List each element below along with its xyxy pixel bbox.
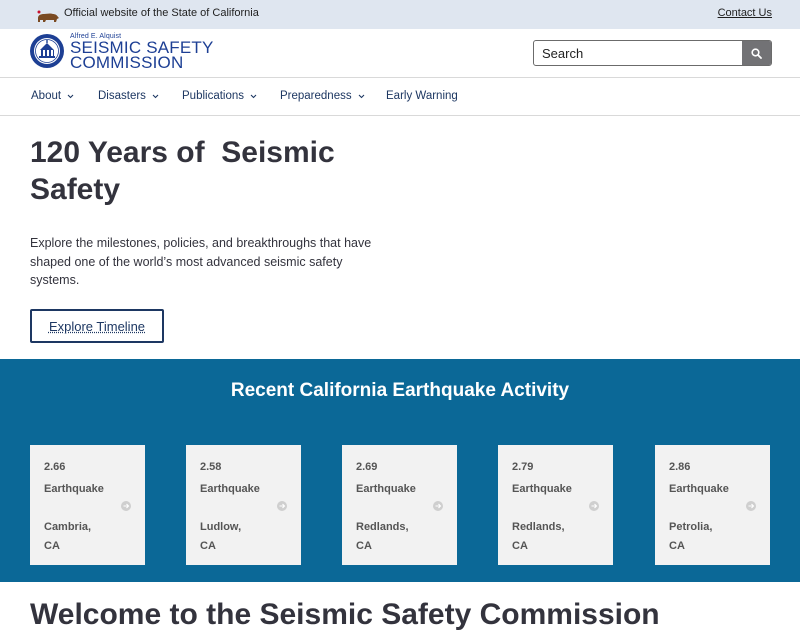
main-nav: About Disasters Publications Preparednes… bbox=[0, 77, 800, 116]
earthquake-location: Petrolia, CA bbox=[669, 521, 713, 552]
explore-timeline-label: Explore Timeline bbox=[48, 318, 146, 334]
search-box bbox=[533, 40, 772, 66]
official-website-text: Official website of the State of Califor… bbox=[64, 7, 259, 19]
circle-arrow-right-icon[interactable] bbox=[121, 501, 131, 511]
earthquake-magnitude: 2.58 bbox=[200, 461, 222, 473]
earthquake-magnitude: 2.79 bbox=[512, 461, 534, 473]
earthquake-location: Redlands, CA bbox=[512, 521, 565, 552]
earthquake-card[interactable]: 2.79 Earthquake Redlands, CA bbox=[498, 445, 613, 565]
circle-arrow-right-icon[interactable] bbox=[746, 501, 756, 511]
chevron-down-icon bbox=[67, 94, 74, 98]
earthquake-type: Earthquake bbox=[512, 483, 572, 495]
earthquake-type: Earthquake bbox=[44, 483, 104, 495]
site-header: Alfred E. Alquist SEISMIC SAFETY COMMISS… bbox=[0, 29, 800, 77]
earthquake-card[interactable]: 2.86 Earthquake Petrolia, CA bbox=[655, 445, 770, 565]
chevron-down-icon bbox=[250, 94, 257, 98]
earthquake-type: Earthquake bbox=[356, 483, 416, 495]
nav-item-preparedness[interactable]: Preparedness bbox=[280, 90, 365, 102]
hero-title: 120 Years of Seismic Safety bbox=[30, 136, 344, 206]
nav-item-early-warning[interactable]: Early Warning bbox=[386, 90, 458, 102]
search-input[interactable] bbox=[534, 41, 744, 65]
earthquake-section-title: Recent California Earthquake Activity bbox=[230, 380, 570, 401]
earthquake-magnitude: 2.69 bbox=[356, 461, 378, 473]
circle-arrow-right-icon[interactable] bbox=[589, 501, 599, 511]
nav-item-label: Disasters bbox=[98, 90, 146, 102]
nav-item-publications[interactable]: Publications bbox=[182, 90, 257, 102]
earthquake-card[interactable]: 2.66 Earthquake Cambria, CA bbox=[30, 445, 145, 565]
explore-timeline-button[interactable]: Explore Timeline bbox=[30, 309, 164, 343]
earthquake-type: Earthquake bbox=[669, 483, 729, 495]
utility-bar: Official website of the State of Califor… bbox=[0, 0, 800, 29]
earthquake-card[interactable]: 2.69 Earthquake Redlands, CA bbox=[342, 445, 457, 565]
nav-item-label: About bbox=[31, 90, 62, 102]
california-bear-icon bbox=[37, 10, 59, 22]
circle-arrow-right-icon[interactable] bbox=[433, 501, 443, 511]
nav-item-label: Early Warning bbox=[386, 90, 458, 102]
earthquake-location: Cambria, CA bbox=[44, 521, 92, 552]
search-icon bbox=[751, 47, 762, 59]
earthquake-location: Redlands, CA bbox=[356, 521, 409, 552]
site-logo[interactable]: Alfred E. Alquist SEISMIC SAFETY COMMISS… bbox=[70, 33, 214, 72]
nav-item-disasters[interactable]: Disasters bbox=[98, 90, 159, 102]
earthquake-type: Earthquake bbox=[200, 483, 260, 495]
earthquake-activity-section: Recent California Earthquake Activity 2.… bbox=[0, 359, 800, 582]
chevron-down-icon bbox=[358, 94, 364, 98]
logo-line-2: COMMISSION bbox=[70, 53, 184, 72]
nav-item-label: Publications bbox=[182, 90, 245, 102]
contact-us-link[interactable]: Contact Us bbox=[718, 7, 772, 19]
hero-description: Explore the milestones, policies, and br… bbox=[30, 236, 372, 287]
circle-arrow-right-icon[interactable] bbox=[277, 501, 287, 511]
nav-item-about[interactable]: About bbox=[31, 90, 74, 102]
nav-item-label: Preparedness bbox=[280, 90, 352, 102]
earthquake-magnitude: 2.66 bbox=[44, 461, 66, 473]
welcome-heading: Welcome to the Seismic Safety Commission bbox=[30, 598, 660, 631]
chevron-down-icon bbox=[152, 94, 159, 98]
earthquake-location: Ludlow, CA bbox=[200, 521, 242, 552]
search-button[interactable] bbox=[742, 41, 771, 65]
commission-seal-icon[interactable] bbox=[29, 33, 65, 69]
earthquake-magnitude: 2.86 bbox=[669, 461, 691, 473]
earthquake-card[interactable]: 2.58 Earthquake Ludlow, CA bbox=[186, 445, 301, 565]
